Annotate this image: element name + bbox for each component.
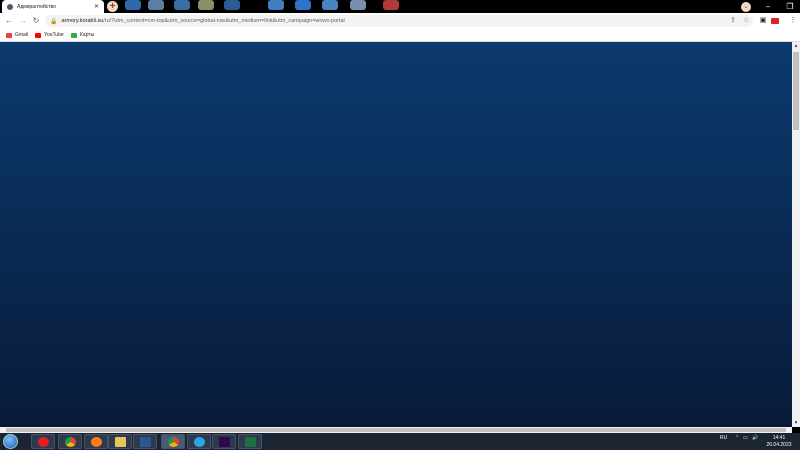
clock-time: 14:41: [772, 435, 786, 441]
volume-icon[interactable]: 🔊: [752, 435, 758, 441]
tray-expand-icon[interactable]: ⌃: [735, 435, 739, 441]
chrome-app[interactable]: [58, 434, 82, 449]
bookmark-label: Gmail: [15, 32, 29, 38]
lock-icon[interactable]: 🔒: [50, 18, 57, 25]
scroll-up-icon[interactable]: ▲: [792, 42, 800, 50]
tab-title: Адмиралтейство: [17, 3, 56, 10]
url-text: armory.korabli.su/ru/?utm_content=cm-top…: [61, 18, 345, 24]
premiere-app[interactable]: [212, 434, 236, 449]
tab-close-icon[interactable]: ✕: [94, 3, 99, 10]
address-bar[interactable]: 🔒 armory.korabli.su/ru/?utm_content=cm-t…: [45, 15, 753, 27]
reload-icon[interactable]: ↻: [30, 15, 42, 27]
scrollbar-thumb[interactable]: [793, 52, 799, 130]
blurred-desktop-icon: [174, 0, 190, 10]
blurred-desktop-icon: [322, 0, 338, 10]
taskbar: RU ⌃ ▭ 🔊 14:41 26.04.2023: [0, 433, 800, 450]
maps-icon: [71, 32, 77, 38]
network-icon[interactable]: ▭: [743, 435, 748, 441]
youtube-icon: [35, 32, 41, 38]
forward-arrow-icon[interactable]: →: [17, 15, 29, 27]
telegram-app[interactable]: [187, 434, 211, 449]
blurred-desktop-icon: [224, 0, 240, 10]
start-button[interactable]: [3, 434, 18, 449]
language-indicator[interactable]: RU: [720, 435, 727, 441]
blurred-desktop-icon: [383, 0, 399, 10]
excel-app[interactable]: [238, 434, 262, 449]
bookmark-maps[interactable]: Карты: [71, 31, 94, 39]
opera-app[interactable]: [31, 434, 55, 449]
blurred-desktop-icon: [295, 0, 311, 10]
bookmark-star-icon[interactable]: ☆: [741, 16, 751, 24]
bookmark-label: Карты: [80, 32, 95, 38]
back-arrow-icon[interactable]: ←: [3, 15, 15, 27]
vertical-scrollbar[interactable]: ▲ ▼: [792, 42, 800, 427]
tab-bar: Адмиралтейство ✕ + ⌄ – ❐: [0, 0, 800, 13]
menu-icon[interactable]: ⋮: [788, 15, 798, 27]
blurred-desktop-icon: [125, 0, 141, 10]
explorer-app[interactable]: [108, 434, 132, 449]
bookmark-youtube[interactable]: YouTube: [35, 31, 64, 39]
gmail-icon: [6, 32, 12, 38]
scrollbar-thumb[interactable]: [6, 428, 786, 432]
tab-admiralty[interactable]: Адмиралтейство ✕: [2, 0, 104, 13]
clock-date: 26.04.2023: [766, 442, 792, 448]
firefox-app[interactable]: [84, 434, 108, 449]
clock[interactable]: 14:41 26.04.2023: [764, 435, 794, 449]
share-icon[interactable]: ⇪: [728, 16, 738, 24]
blurred-desktop-icon: [198, 0, 214, 10]
blurred-desktop-icon: [268, 0, 284, 10]
page-content: [0, 42, 792, 427]
blurred-desktop-icon: [148, 0, 164, 10]
bookmark-gmail[interactable]: Gmail: [6, 31, 28, 39]
site-favicon-icon: [7, 3, 13, 10]
tab-search-button[interactable]: ⌄: [741, 2, 751, 12]
side-panel-icon[interactable]: ▣: [758, 15, 768, 27]
restore-icon[interactable]: ❐: [779, 0, 800, 13]
new-tab-button[interactable]: +: [107, 1, 118, 12]
word-app[interactable]: [133, 434, 157, 449]
chrome-active-app[interactable]: [161, 434, 185, 449]
minimize-icon[interactable]: –: [757, 0, 779, 13]
browser-toolbar: ← → ↻ 🔒 armory.korabli.su/ru/?utm_conten…: [0, 13, 800, 29]
scroll-down-icon[interactable]: ▼: [792, 419, 800, 427]
extension-icon[interactable]: [771, 18, 779, 24]
bookmark-label: YouTube: [44, 32, 64, 38]
blurred-desktop-icon: [350, 0, 366, 10]
bookmarks-bar: Gmail YouTube Карты: [0, 29, 800, 42]
